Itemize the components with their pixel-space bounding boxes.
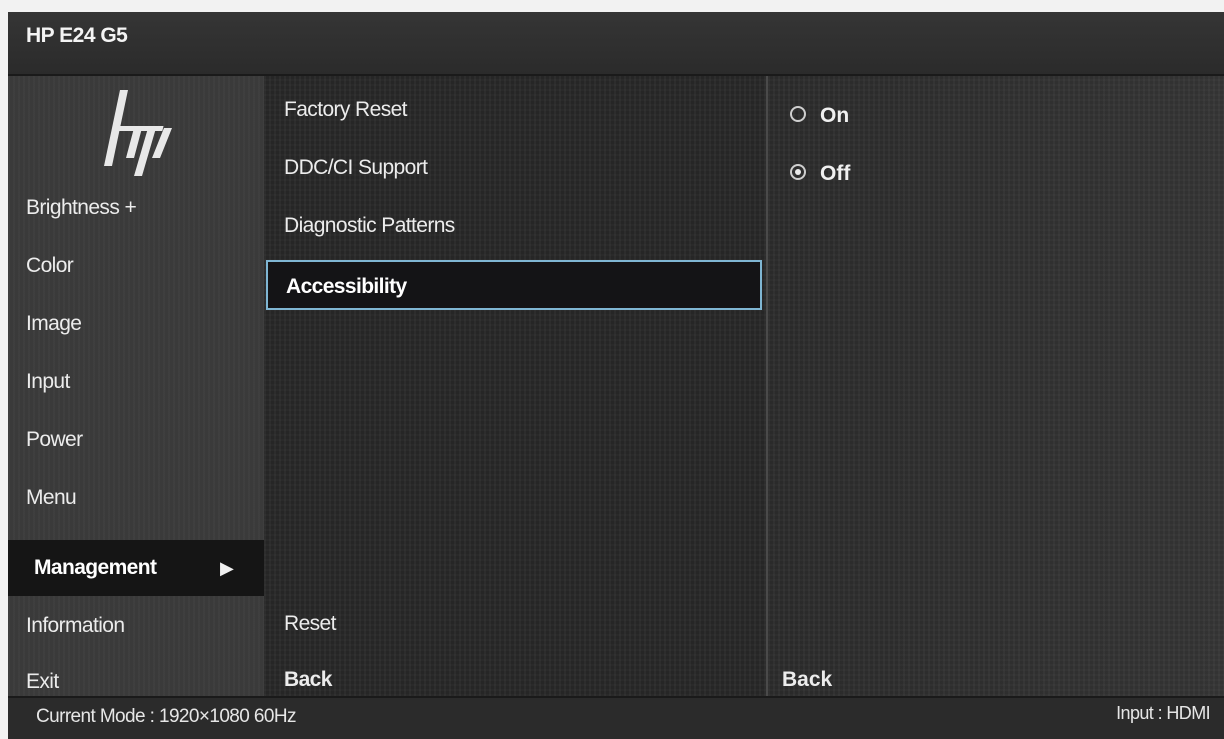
submenu-item-label: Diagnostic Patterns	[284, 214, 455, 237]
input-source-text: Input : HDMI	[1116, 703, 1210, 723]
hp-logo-icon	[104, 90, 172, 176]
radio-unchecked-icon	[790, 106, 806, 123]
options-back-button[interactable]: Back	[782, 660, 832, 700]
submenu-item-accessibility[interactable]: Accessibility	[266, 260, 762, 310]
nav-item-input[interactable]: Input	[8, 360, 264, 404]
nav-item-brightness[interactable]: Brightness +	[8, 186, 264, 230]
option-on[interactable]: On	[790, 96, 849, 136]
monitor-osd: HP E24 G5 Brightness + Color Image Input…	[8, 12, 1224, 739]
nav-item-label: Input	[26, 370, 70, 393]
nav-item-label: Image	[26, 312, 82, 335]
nav-item-label: Information	[26, 614, 125, 637]
submenu-item-ddc-ci-support[interactable]: DDC/CI Support	[284, 148, 428, 188]
nav-item-label: Menu	[26, 486, 77, 509]
nav-item-label: Color	[26, 254, 74, 277]
monitor-model-title: HP E24 G5	[26, 24, 128, 47]
nav-item-information[interactable]: Information	[8, 604, 264, 648]
submenu-arrow-icon: ▶	[220, 558, 234, 578]
nav-item-menu[interactable]: Menu	[8, 476, 264, 520]
submenu-column: Factory Reset DDC/CI Support Diagnostic …	[264, 76, 766, 696]
nav-item-label: Exit	[26, 670, 59, 693]
option-off[interactable]: Off	[790, 154, 850, 194]
nav-item-management[interactable]: Management ▶	[8, 540, 264, 596]
reset-label: Reset	[284, 612, 336, 635]
submenu-back-button[interactable]: Back	[284, 660, 332, 700]
current-mode-text: Current Mode : 1920×1080 60Hz	[36, 706, 296, 727]
submenu-item-factory-reset[interactable]: Factory Reset	[284, 90, 408, 130]
nav-item-label: Management	[34, 556, 157, 579]
nav-item-label: Power	[26, 428, 83, 451]
back-label: Back	[782, 668, 833, 691]
back-label: Back	[284, 668, 332, 691]
nav-item-image[interactable]: Image	[8, 302, 264, 346]
submenu-item-label: DDC/CI Support	[284, 156, 428, 179]
status-bar: Current Mode : 1920×1080 60Hz Input : HD…	[8, 696, 1224, 739]
radio-checked-icon	[790, 164, 806, 181]
submenu-item-label: Factory Reset	[284, 98, 408, 121]
nav-item-label: Brightness +	[26, 196, 137, 219]
submenu-item-label: Accessibility	[286, 275, 407, 298]
title-bar: HP E24 G5	[8, 12, 1224, 76]
nav-item-color[interactable]: Color	[8, 244, 264, 288]
reset-button[interactable]: Reset	[284, 604, 336, 644]
submenu-item-diagnostic-patterns[interactable]: Diagnostic Patterns	[284, 206, 455, 246]
option-label: Off	[820, 162, 851, 185]
nav-item-power[interactable]: Power	[8, 418, 264, 462]
option-label: On	[820, 104, 850, 127]
main-menu-column: Brightness + Color Image Input Power Men…	[8, 76, 264, 696]
options-column: On Off Back	[766, 76, 1224, 696]
